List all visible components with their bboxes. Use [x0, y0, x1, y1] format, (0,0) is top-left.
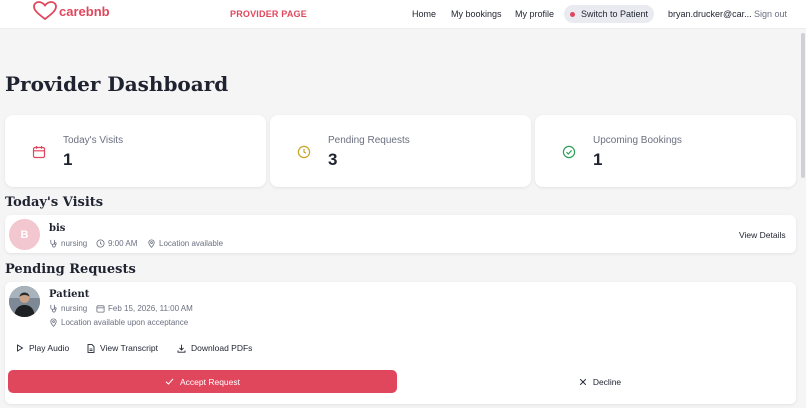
play-audio-label: Play Audio [29, 343, 70, 353]
stethoscope-icon [50, 239, 57, 248]
status-dot-icon [569, 11, 575, 17]
service-meta: nursing [49, 304, 87, 313]
stat-card-pending-requests: Pending Requests 3 [270, 115, 531, 187]
pending-requests-heading: Pending Requests [5, 262, 136, 277]
view-transcript-label: View Transcript [100, 343, 158, 353]
datetime-meta: Feb 15, 2026, 11:00 AM [96, 304, 193, 313]
calendar-icon [96, 305, 105, 313]
nav-my-profile[interactable]: My profile [515, 9, 554, 19]
stat-value: 1 [593, 150, 603, 169]
logo-text: carebnb [59, 3, 110, 19]
document-icon [87, 343, 95, 353]
todays-visits-heading: Today's Visits [5, 195, 104, 210]
stethoscope-icon [50, 304, 57, 313]
stat-card-todays-visits: Today's Visits 1 [5, 115, 266, 187]
download-pdfs-button[interactable]: Download PDFs [177, 343, 252, 353]
stat-value: 1 [63, 150, 73, 169]
stat-value: 3 [328, 150, 338, 169]
service-text: nursing [61, 304, 88, 313]
location-text: Location available upon acceptance [61, 318, 189, 327]
sign-out-link[interactable]: Sign out [754, 9, 787, 19]
request-patient-name: Patient [49, 289, 90, 300]
datetime-text: Feb 15, 2026, 11:00 AM [108, 304, 193, 313]
stat-label: Upcoming Bookings [593, 135, 682, 146]
clock-icon [297, 145, 311, 159]
download-pdfs-label: Download PDFs [191, 343, 253, 353]
calendar-icon [32, 146, 46, 159]
decline-button[interactable]: Decline [407, 370, 793, 393]
play-audio-button[interactable]: Play Audio [16, 343, 69, 353]
visit-card[interactable]: B bis nursing 9:00 AM Location available… [5, 215, 796, 253]
patient-photo [9, 286, 40, 317]
map-pin-icon [148, 239, 155, 248]
stat-label: Pending Requests [328, 135, 410, 146]
download-icon [177, 344, 186, 353]
heart-logo-icon [33, 1, 57, 21]
decline-label: Decline [592, 376, 622, 387]
provider-page-link[interactable]: PROVIDER PAGE [230, 9, 307, 19]
view-transcript-button[interactable]: View Transcript [87, 343, 158, 353]
view-details-button[interactable]: View Details [739, 230, 786, 240]
request-card: Patient nursing Feb 15, 2026, 11:00 AM L… [5, 282, 796, 404]
scrollbar-thumb[interactable] [801, 33, 805, 178]
map-pin-icon [50, 318, 57, 327]
time-text: 9:00 AM [108, 239, 138, 248]
service-text: nursing [61, 239, 88, 248]
accept-request-button[interactable]: Accept Request [8, 370, 397, 393]
top-navigation-bar: carebnb PROVIDER PAGE Home My bookings M… [0, 0, 806, 29]
accept-request-label: Accept Request [179, 376, 240, 387]
nav-my-bookings[interactable]: My bookings [451, 9, 502, 19]
avatar: B [9, 219, 40, 250]
location-meta: Location available upon acceptance [49, 318, 188, 327]
switch-to-patient-button[interactable]: Switch to Patient [564, 5, 654, 23]
carebnb-logo[interactable]: carebnb [33, 1, 110, 21]
visit-patient-name: bis [49, 223, 66, 234]
stat-label: Today's Visits [63, 135, 124, 146]
play-icon [17, 344, 24, 352]
user-email: bryan.drucker@car... [668, 9, 752, 19]
service-meta: nursing [49, 239, 87, 248]
clock-icon [96, 239, 105, 248]
location-meta: Location available [147, 239, 223, 248]
location-text: Location available [159, 239, 224, 248]
switch-label: Switch to Patient [580, 9, 649, 19]
page-title: Provider Dashboard [5, 72, 229, 96]
avatar [9, 286, 40, 317]
stat-card-upcoming-bookings: Upcoming Bookings 1 [535, 115, 796, 187]
close-icon [579, 378, 586, 385]
checkmark-icon [165, 378, 174, 385]
time-meta: 9:00 AM [96, 239, 137, 248]
check-circle-icon [562, 145, 576, 159]
nav-home[interactable]: Home [412, 9, 436, 19]
